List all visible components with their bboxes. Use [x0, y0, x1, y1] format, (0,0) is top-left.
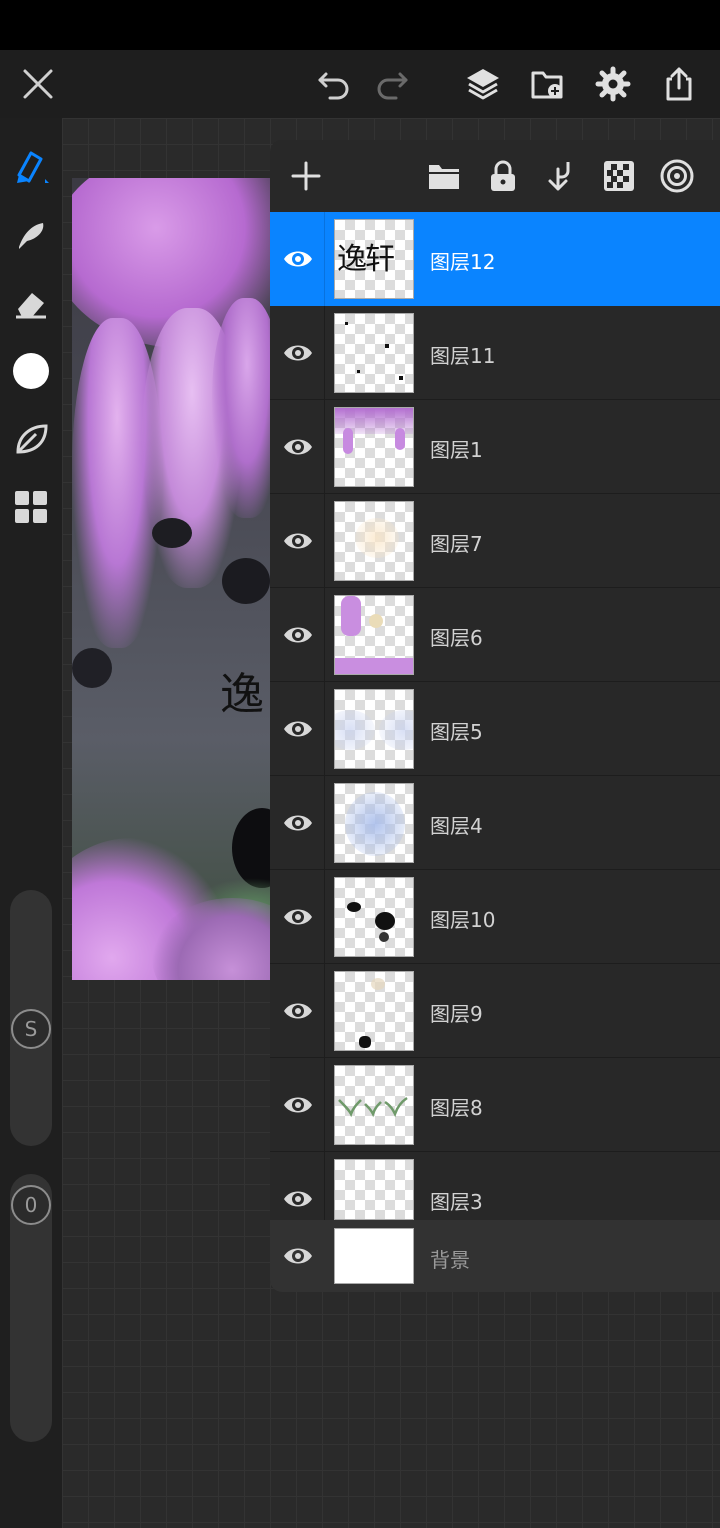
target-icon[interactable]	[657, 156, 697, 196]
status-bar	[0, 0, 720, 50]
art-calligraphy: 逸	[220, 669, 264, 720]
visibility-eye-icon[interactable]	[282, 619, 314, 651]
undo-icon[interactable]	[306, 50, 362, 118]
background-layer-row[interactable]: 背景	[270, 1220, 720, 1292]
layers-icon[interactable]	[455, 50, 511, 118]
smudge-icon[interactable]	[6, 210, 56, 260]
add-icon[interactable]	[286, 156, 326, 196]
layer-row[interactable]: 图层9	[270, 964, 720, 1058]
import-icon[interactable]	[520, 50, 576, 118]
layer-thumbnail	[334, 1228, 414, 1284]
visibility-eye-icon[interactable]	[282, 431, 314, 463]
layer-row[interactable]: 图层8	[270, 1058, 720, 1152]
layer-row[interactable]: 逸轩 图层12	[270, 212, 720, 306]
merge-down-icon[interactable]	[541, 156, 581, 196]
visibility-eye-icon[interactable]	[282, 713, 314, 745]
visibility-eye-icon[interactable]	[282, 525, 314, 557]
layer-row[interactable]: 图层1	[270, 400, 720, 494]
layer-thumbnail	[334, 783, 414, 863]
layer-name: 图层11	[430, 344, 496, 368]
visibility-eye-icon[interactable]	[282, 1240, 314, 1272]
grid-icon[interactable]	[6, 482, 56, 532]
visibility-eye-icon[interactable]	[282, 1183, 314, 1215]
leaf-icon[interactable]	[6, 414, 56, 464]
layer-name: 图层7	[430, 532, 483, 556]
layer-row[interactable]: 图层3	[270, 1152, 720, 1220]
layer-name: 图层12	[430, 250, 496, 274]
layer-thumbnail	[334, 689, 414, 769]
artwork-canvas[interactable]: 逸	[72, 178, 270, 980]
opacity-slider-knob[interactable]: 0	[11, 1185, 51, 1225]
layer-thumbnail: 逸轩	[334, 219, 414, 299]
layer-name: 图层3	[430, 1190, 483, 1214]
visibility-eye-icon[interactable]	[282, 901, 314, 933]
layer-thumbnail	[334, 595, 414, 675]
layer-row[interactable]: 图层5	[270, 682, 720, 776]
layer-thumbnail	[334, 877, 414, 957]
layer-name: 图层10	[430, 908, 496, 932]
layer-row[interactable]: 图层4	[270, 776, 720, 870]
layer-row[interactable]: 图层7	[270, 494, 720, 588]
tools-sidebar: S 0	[0, 118, 62, 1528]
close-icon[interactable]	[10, 50, 66, 118]
folder-icon[interactable]	[424, 156, 464, 196]
layer-row[interactable]: 图层11	[270, 306, 720, 400]
size-slider-knob[interactable]: S	[11, 1009, 51, 1049]
visibility-eye-icon[interactable]	[282, 807, 314, 839]
layer-thumbnail	[334, 407, 414, 487]
layer-name: 图层8	[430, 1096, 483, 1120]
visibility-eye-icon[interactable]	[282, 1089, 314, 1121]
layer-thumbnail	[334, 971, 414, 1051]
layer-thumbnail	[334, 1065, 414, 1145]
layers-panel: 逸轩 图层12 图层11 图层1 图层7 图层6 图层5 图层4 图层10 图层…	[270, 140, 720, 1292]
layer-name: 图层4	[430, 814, 483, 838]
layer-thumbnail	[334, 1159, 414, 1220]
thumbnail-text: 逸轩	[337, 242, 395, 277]
layer-thumbnail	[334, 501, 414, 581]
layer-name: 图层1	[430, 438, 483, 462]
layer-thumbnail	[334, 313, 414, 393]
layer-row[interactable]: 图层10	[270, 870, 720, 964]
color-icon[interactable]	[6, 346, 56, 396]
layer-name: 背景	[430, 1248, 470, 1272]
share-icon[interactable]	[651, 50, 707, 118]
layer-row[interactable]: 图层6	[270, 588, 720, 682]
layers-header	[270, 140, 720, 212]
lock-icon[interactable]	[483, 156, 523, 196]
transparency-icon[interactable]	[599, 156, 639, 196]
layer-name: 图层6	[430, 626, 483, 650]
visibility-eye-icon[interactable]	[282, 995, 314, 1027]
layer-name: 图层9	[430, 1002, 483, 1026]
layer-name: 图层5	[430, 720, 483, 744]
gear-icon[interactable]	[585, 50, 641, 118]
visibility-eye-icon[interactable]	[282, 243, 314, 275]
top-toolbar	[0, 50, 720, 118]
visibility-eye-icon[interactable]	[282, 337, 314, 369]
eraser-icon[interactable]	[6, 278, 56, 328]
redo-icon[interactable]	[364, 50, 420, 118]
brush-icon[interactable]	[6, 140, 56, 190]
